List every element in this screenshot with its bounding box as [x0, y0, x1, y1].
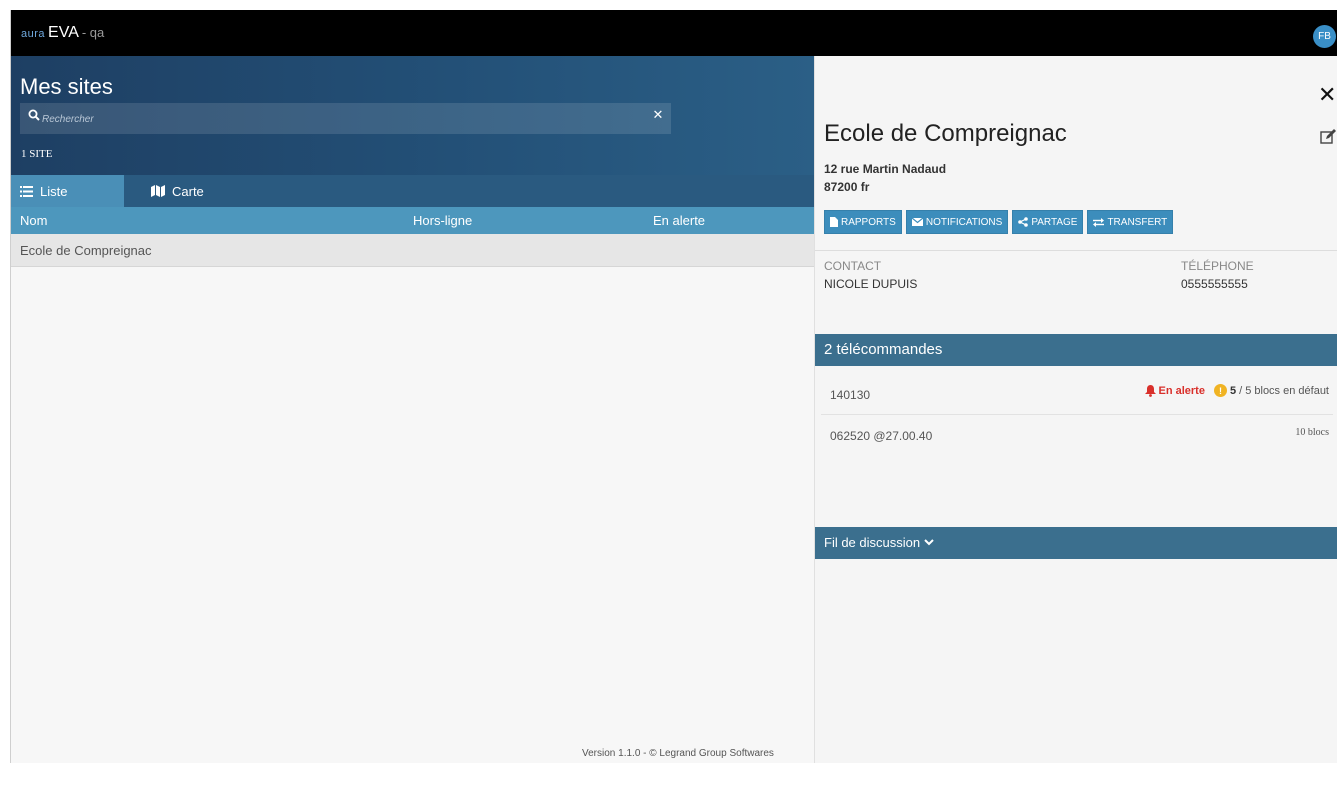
- table-header: Nom Hors-ligne En alerte: [11, 207, 814, 234]
- contact-label: CONTACT: [824, 259, 882, 273]
- list-item[interactable]: 062520 @27.00.40 10 blocs: [821, 415, 1333, 456]
- environment-label: - qa: [81, 25, 105, 40]
- page-title: Mes sites: [20, 74, 113, 99]
- view-tabs: Liste Carte: [11, 175, 814, 207]
- top-bar: aura EVA - qa FB: [11, 10, 1337, 56]
- column-header-en-alerte[interactable]: En alerte: [653, 213, 705, 228]
- tab-liste[interactable]: Liste: [11, 175, 124, 207]
- rapports-button[interactable]: RAPPORTS: [824, 210, 902, 234]
- action-buttons: RAPPORTS NOTIFICATIONS PARTAGE TRANSFERT: [824, 210, 1174, 234]
- tab-carte[interactable]: Carte: [142, 175, 262, 207]
- share-icon: [1018, 217, 1029, 227]
- site-count: 1 SITE: [21, 148, 53, 160]
- chevron-down-icon: [924, 539, 934, 546]
- transfert-label: TRANSFERT: [1107, 216, 1168, 228]
- remotes-title: 2 télécommandes: [824, 341, 943, 358]
- discussion-toggle[interactable]: Fil de discussion: [815, 527, 1337, 559]
- remote-id: 062520 @27.00.40: [830, 429, 933, 443]
- bell-icon: [1144, 384, 1156, 397]
- file-icon: [830, 217, 838, 227]
- aura-logo: aura: [21, 28, 46, 40]
- remotes-header: 2 télécommandes: [815, 334, 1337, 366]
- site-title: Ecole de Compreignac: [824, 120, 1067, 147]
- transfer-icon: [1093, 217, 1105, 227]
- remote-list: 140130 En alerte ! 5 / 5 blocs en défaut…: [821, 374, 1333, 456]
- discussion-title: Fil de discussion: [824, 535, 921, 550]
- phone-value: 0555555555: [1181, 277, 1248, 291]
- address-street: 12 rue Martin Nadaud: [824, 162, 947, 176]
- faulty-suffix: / 5 blocs en défaut: [1239, 384, 1329, 397]
- table-row[interactable]: Ecole de Compreignac: [11, 234, 814, 267]
- user-avatar[interactable]: FB: [1313, 25, 1336, 48]
- contact-value: NICOLE DUPUIS: [824, 277, 918, 291]
- edit-icon[interactable]: [1320, 129, 1336, 145]
- close-icon[interactable]: ✕: [1318, 84, 1336, 106]
- partage-label: PARTAGE: [1031, 216, 1078, 228]
- partage-button[interactable]: PARTAGE: [1012, 210, 1084, 234]
- warning-icon: !: [1213, 384, 1227, 397]
- app-name: EVA: [48, 24, 79, 41]
- notifications-button[interactable]: NOTIFICATIONS: [905, 210, 1009, 234]
- clear-search-icon[interactable]: ✕: [651, 108, 665, 122]
- address-city: 87200 fr: [824, 180, 870, 194]
- remote-id: 140130: [830, 388, 871, 402]
- tab-carte-label: Carte: [172, 183, 204, 199]
- search-input[interactable]: [42, 110, 642, 128]
- map-icon: [151, 185, 165, 197]
- sites-header: Mes sites ✕ 1 SITE: [11, 56, 814, 175]
- notifications-label: NOTIFICATIONS: [925, 216, 1003, 228]
- list-item[interactable]: 140130 En alerte ! 5 / 5 blocs en défaut: [821, 374, 1333, 415]
- faulty-count: 5: [1229, 384, 1237, 397]
- brand[interactable]: aura EVA - qa: [21, 24, 104, 42]
- discussion-title-wrap: Fil de discussion: [824, 535, 934, 550]
- app-window: aura EVA - qa FB Mes sites ✕ 1 SITE List…: [10, 10, 1337, 763]
- tab-liste-label: Liste: [40, 183, 68, 199]
- alert-status-text: En alerte: [1158, 384, 1205, 397]
- site-name-cell: Ecole de Compreignac: [20, 243, 152, 258]
- version-footer: Version 1.1.0 - © Legrand Group Software…: [582, 748, 774, 759]
- search-icon: [28, 109, 40, 121]
- envelope-icon: [911, 218, 923, 226]
- site-detail-panel: ✕ Ecole de Compreignac 12 rue Martin Nad…: [814, 56, 1337, 763]
- divider: [815, 250, 1337, 251]
- column-header-hors-ligne[interactable]: Hors-ligne: [413, 213, 472, 228]
- list-icon: [20, 185, 33, 197]
- remote-status: En alerte ! 5 / 5 blocs en défaut: [1144, 384, 1329, 397]
- search-box: ✕: [20, 103, 671, 134]
- transfert-button[interactable]: TRANSFERT: [1087, 210, 1174, 234]
- phone-label: TÉLÉPHONE: [1181, 259, 1254, 273]
- rapports-label: RAPPORTS: [841, 216, 896, 228]
- blocks-count: 10 blocs: [1295, 427, 1329, 438]
- column-header-nom[interactable]: Nom: [20, 213, 47, 228]
